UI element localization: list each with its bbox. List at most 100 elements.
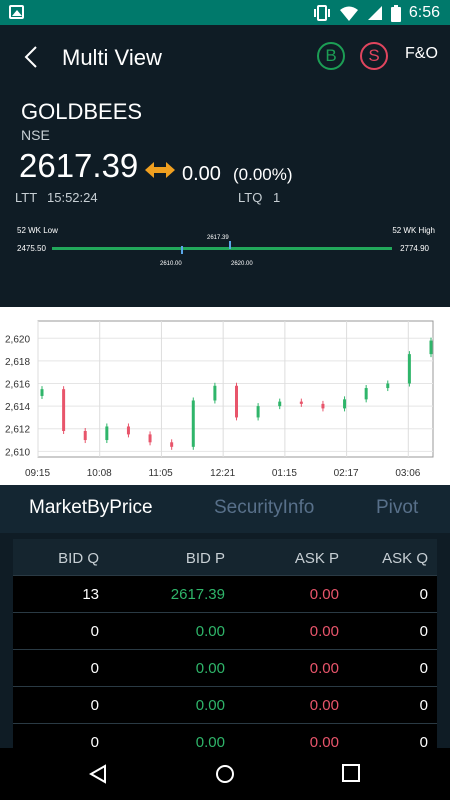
ask-qty: 0 <box>419 697 428 714</box>
52wk-low-label: 52 WK Low <box>17 226 58 235</box>
x-tick-label: 01:15 <box>272 468 297 479</box>
bid-qty: 0 <box>90 623 99 640</box>
x-tick-label: 09:15 <box>25 468 50 479</box>
candle-body <box>278 401 282 407</box>
col-bid-qty: BID Q <box>58 550 99 567</box>
sell-button[interactable]: S <box>360 42 388 70</box>
ltt-label: LTT <box>15 190 38 205</box>
candle-body <box>62 389 66 431</box>
col-ask-price: ASK P <box>294 550 339 567</box>
ltt-value: 15:52:24 <box>47 190 98 205</box>
candle-body <box>126 426 130 435</box>
tab-security-info[interactable]: SecurityInfo <box>214 497 314 519</box>
day-high-label: 2620.00 <box>231 261 253 267</box>
table-row: 0 0.00 0.00 0 <box>13 687 437 724</box>
fno-button[interactable]: F&O <box>405 45 438 63</box>
candle-body <box>386 383 390 389</box>
candle-body <box>256 406 260 418</box>
y-tick-label: 2,620 <box>5 334 30 345</box>
vibrate-icon <box>313 5 330 21</box>
price-change-percent: (0.00%) <box>233 165 293 184</box>
app-bar: Multi View B S F&O <box>0 25 450 89</box>
no-change-arrows-icon <box>145 162 175 178</box>
candle-body <box>105 426 109 441</box>
x-tick-label: 12:21 <box>210 468 235 479</box>
last-traded-price: 2617.39 <box>19 147 139 184</box>
x-tick-label: 03:06 <box>395 468 420 479</box>
table-row: 0 0.00 0.00 0 <box>13 650 437 687</box>
battery-icon <box>390 4 401 22</box>
symbol-name: GOLDBEES <box>21 99 143 124</box>
tab-pivot[interactable]: Pivot <box>376 497 418 519</box>
candle-body <box>235 385 238 418</box>
y-tick-label: 2,616 <box>5 380 30 391</box>
bid-price: 0.00 <box>195 697 225 714</box>
candle-body <box>429 340 433 355</box>
image-notification-icon <box>9 5 24 19</box>
ask-qty: 0 <box>419 623 428 640</box>
52wk-high-value: 2774.90 <box>400 244 429 253</box>
bid-price: 0.00 <box>195 660 225 677</box>
bid-qty: 13 <box>82 586 99 603</box>
signal-icon <box>367 6 382 20</box>
day-low-label: 2610.00 <box>160 261 182 267</box>
buy-button[interactable]: B <box>317 42 345 70</box>
exchange-name: NSE <box>21 127 50 143</box>
ltp-marker <box>229 241 231 249</box>
quote-panel: GOLDBEES NSE 2617.39 0.00 (0.00%) LTT 15… <box>0 89 450 307</box>
page-title: Multi View <box>62 45 162 70</box>
y-tick-label: 2,612 <box>5 425 30 436</box>
x-tick-label: 10:08 <box>87 468 112 479</box>
candle-body <box>191 400 195 447</box>
tab-market-by-price[interactable]: MarketByPrice <box>29 497 153 519</box>
col-ask-qty: ASK Q <box>382 550 428 567</box>
market-depth: BID Q BID P ASK P ASK Q 13 2617.39 0.00 … <box>0 533 450 761</box>
candle-body <box>83 431 87 441</box>
day-low-marker <box>181 246 183 254</box>
tab-bar: MarketByPrice SecurityInfo Pivot <box>0 485 450 533</box>
back-nav-icon[interactable] <box>88 764 108 784</box>
ask-qty: 0 <box>419 586 428 603</box>
recents-nav-icon[interactable] <box>342 764 360 782</box>
ask-price: 0.00 <box>309 697 339 714</box>
52wk-range-bar <box>52 247 392 250</box>
candle-body <box>148 434 152 443</box>
candle-body <box>213 385 217 401</box>
table-header: BID Q BID P ASK P ASK Q <box>13 539 437 576</box>
table-row: 0 0.00 0.00 0 <box>13 613 437 650</box>
price-change: 0.00 <box>182 163 221 185</box>
price-chart[interactable]: 2,620 2,618 2,616 2,614 2,612 2,610 09:15 10:08… <box>0 307 450 485</box>
candle-body <box>321 403 325 409</box>
candle-body <box>170 442 174 447</box>
52wk-low-value: 2475.50 <box>17 244 46 253</box>
candle-body <box>343 399 347 409</box>
bid-price: 2617.39 <box>170 586 225 603</box>
candle-body <box>364 388 368 400</box>
candlestick-chart-svg: 2,620 2,618 2,616 2,614 2,612 2,610 09:15 10:08… <box>5 320 434 479</box>
x-tick-label: 02:17 <box>334 468 359 479</box>
bid-price: 0.00 <box>195 623 225 640</box>
range-ltp-label: 2617.39 <box>207 235 229 241</box>
y-tick-label: 2,618 <box>5 357 30 368</box>
market-depth-table: BID Q BID P ASK P ASK Q 13 2617.39 0.00 … <box>13 539 437 761</box>
bid-qty: 0 <box>90 660 99 677</box>
candle-body <box>40 389 44 396</box>
bid-qty: 0 <box>90 697 99 714</box>
ask-price: 0.00 <box>309 623 339 640</box>
ltq-value: 1 <box>273 190 281 205</box>
ask-qty: 0 <box>419 660 428 677</box>
y-tick-label: 2,610 <box>5 447 30 458</box>
52wk-high-label: 52 WK High <box>392 226 435 235</box>
ltq-label: LTQ <box>238 190 263 205</box>
status-icons: 6:56 <box>313 3 440 23</box>
ask-price: 0.00 <box>309 660 339 677</box>
y-tick-label: 2,614 <box>5 402 30 413</box>
home-nav-icon[interactable] <box>215 764 235 784</box>
back-arrow-icon[interactable] <box>18 41 46 73</box>
candle-body <box>407 354 411 384</box>
status-bar: 6:56 <box>0 0 450 25</box>
x-tick-label: 11:05 <box>148 468 173 479</box>
table-row: 13 2617.39 0.00 0 <box>13 576 437 613</box>
ask-price: 0.00 <box>309 586 339 603</box>
wifi-icon <box>339 6 358 21</box>
